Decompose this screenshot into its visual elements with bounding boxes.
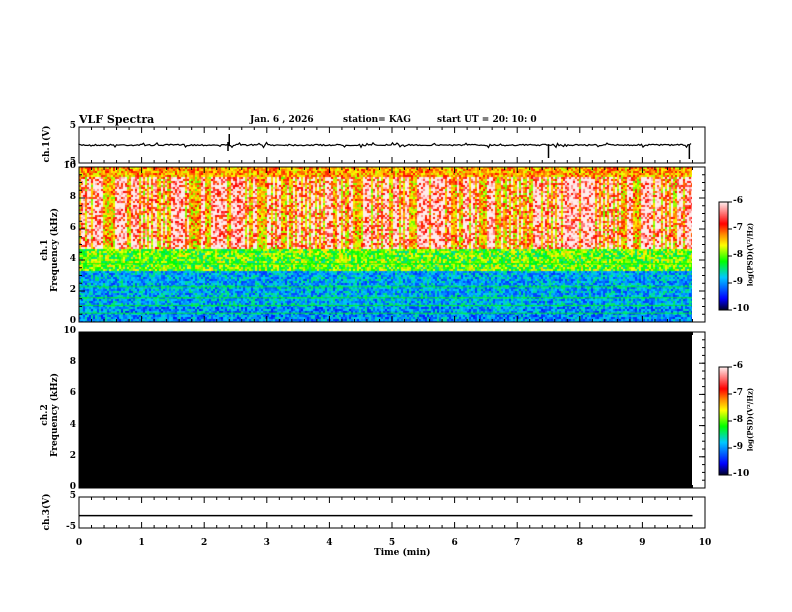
panel-frame-2 — [78, 331, 706, 489]
y-tick-label: 6 — [69, 388, 76, 399]
ch1-ylabel: ch.1(V) — [42, 125, 52, 163]
y-tick-label: 6 — [69, 223, 76, 233]
ch2-spec-ylabel: ch.2 Frequency (kHz) — [40, 355, 60, 475]
y-tick-label: 10 — [63, 161, 76, 171]
x-tick-label: 5 — [388, 538, 396, 548]
colorbar-frame — [718, 201, 729, 311]
y-tick-label: 4 — [69, 254, 76, 264]
x-tick-label: 3 — [263, 538, 270, 548]
colorbar-frame — [718, 366, 729, 476]
x-tick-label: 10 — [698, 538, 712, 548]
ch1-freq-label: Frequency (kHz) — [50, 208, 60, 293]
vlf-figure: VLF Spectra Jan. 6 , 2026 station= KAG s… — [0, 0, 792, 612]
colorbar-tick-label: -7 — [733, 388, 743, 398]
x-tick-label: 9 — [639, 538, 646, 548]
colorbar-tick-label: -8 — [733, 415, 743, 425]
ch3-ylabel: ch.3(V) — [42, 493, 52, 531]
x-tick-label: 2 — [201, 538, 208, 548]
ch2-freq-label: Frequency (kHz) — [50, 373, 60, 458]
y-tick-label: 4 — [69, 419, 76, 430]
x-tick-label: 1 — [138, 538, 145, 548]
panel-frame-1 — [78, 166, 706, 323]
y-tick-label: 2 — [69, 450, 76, 461]
colorbar-tick-label: -10 — [733, 304, 750, 314]
ch1-channel: ch.1 — [40, 239, 50, 261]
ch1-spec-ylabel: ch.1 Frequency (kHz) — [40, 190, 60, 310]
x-tick-label: 7 — [514, 538, 521, 548]
y-tick-label: 5 — [69, 121, 76, 131]
colorbar-2-label: log(PSD)(V²/Hz) — [745, 387, 755, 452]
x-axis-label: Time (min) — [374, 548, 431, 558]
ch2-channel: ch.2 — [40, 404, 50, 426]
colorbar-tick-label: -8 — [733, 250, 743, 260]
x-tick-label: 6 — [451, 538, 458, 548]
x-tick-label: 0 — [75, 538, 83, 548]
ch1-waveform — [78, 141, 692, 149]
y-tick-label: 5 — [69, 491, 76, 501]
y-tick-label: 8 — [69, 192, 76, 202]
x-tick-label: 8 — [576, 538, 583, 548]
colorbar-tick-label: -7 — [733, 223, 743, 233]
axes — [78, 126, 732, 529]
y-tick-label: -5 — [66, 522, 76, 532]
colorbar-tick-label: -10 — [733, 469, 750, 479]
colorbar-tick-label: -6 — [733, 361, 743, 371]
y-tick-label: 2 — [69, 285, 76, 295]
y-tick-label: 8 — [69, 357, 76, 368]
y-tick-label: 0 — [69, 316, 76, 326]
colorbar-1-label: log(PSD)(V²/Hz) — [745, 222, 755, 287]
colorbar-tick-label: -9 — [733, 442, 743, 452]
x-tick-label: 4 — [326, 538, 333, 548]
y-tick-label: 10 — [63, 326, 76, 336]
colorbar-tick-label: -6 — [733, 196, 743, 206]
colorbar-tick-label: -9 — [733, 277, 743, 287]
